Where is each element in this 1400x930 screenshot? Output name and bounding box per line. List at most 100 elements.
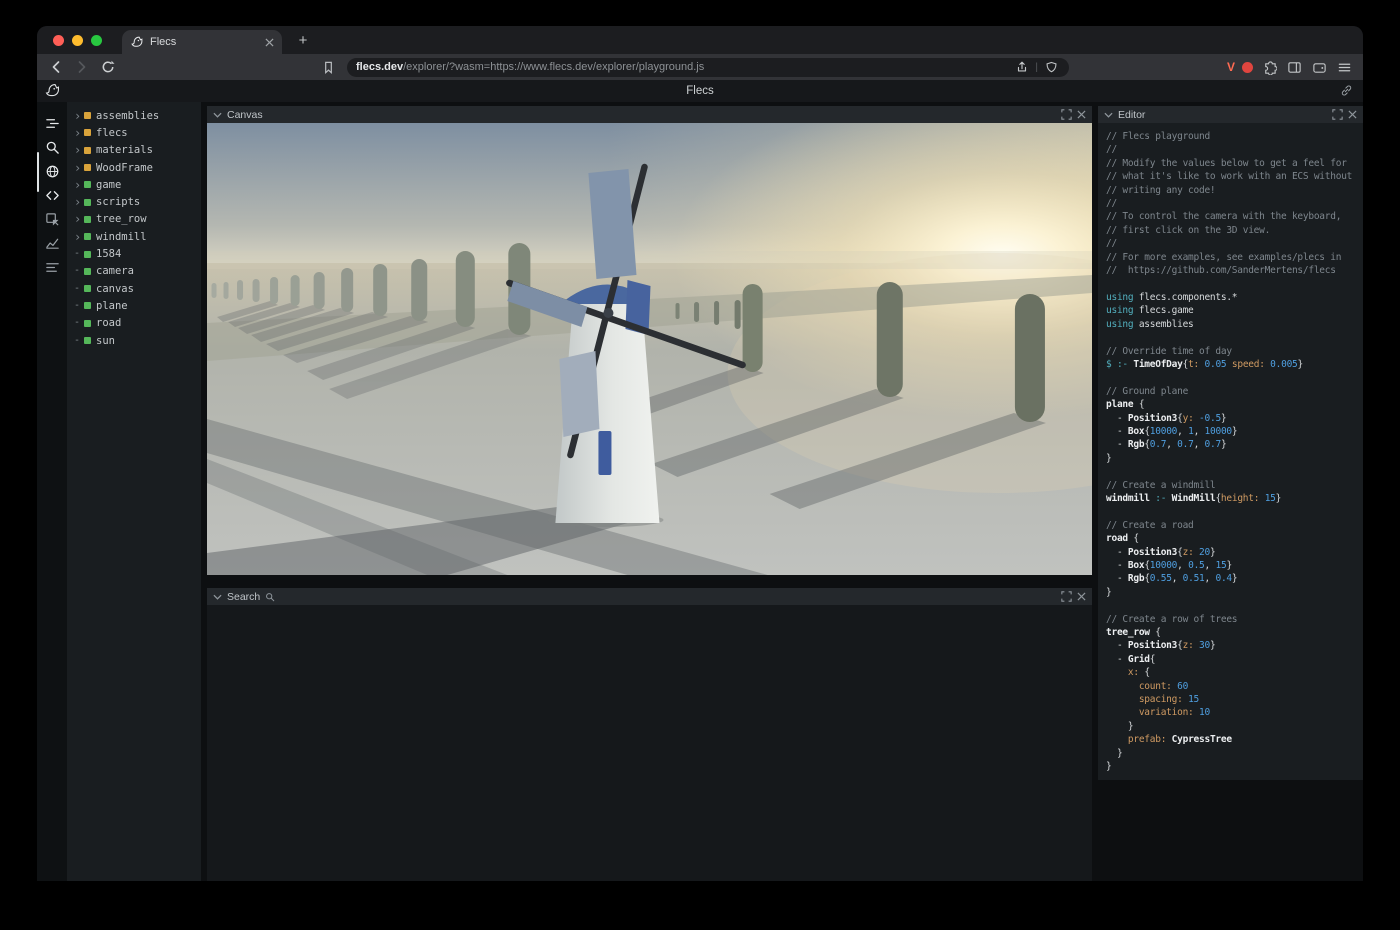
share-link-icon[interactable] (1340, 84, 1353, 97)
bookmarks-icon[interactable] (319, 58, 337, 76)
chevron-down-icon[interactable] (213, 111, 222, 119)
close-icon[interactable] (1077, 592, 1086, 601)
entity-tree: ›assemblies›flecs›materials›WoodFrame›ga… (67, 102, 201, 881)
expand-arrow-icon[interactable]: › (74, 111, 84, 121)
tree-item-windmill[interactable]: ›windmill (67, 228, 201, 245)
expand-arrow-icon[interactable]: › (74, 232, 84, 242)
world-icon[interactable] (40, 159, 64, 183)
tree-item-sun[interactable]: -sun (67, 332, 201, 349)
expand-arrow-icon[interactable]: › (74, 197, 84, 207)
search-magnifier-icon (265, 592, 275, 602)
tab-close-icon[interactable] (265, 38, 274, 47)
chevron-down-icon[interactable] (213, 593, 222, 601)
active-panel-indicator (37, 152, 39, 192)
stats-chart-icon[interactable] (40, 231, 64, 255)
tree-item-assemblies[interactable]: ›assemblies (67, 107, 201, 124)
code-line: } (1106, 586, 1363, 599)
tree-item-camera[interactable]: -camera (67, 263, 201, 280)
center-column: Canvas (201, 102, 1098, 881)
search-results-area[interactable] (207, 605, 1092, 881)
tree-item-label: road (96, 317, 121, 329)
code-line: // writing any code! (1106, 184, 1363, 197)
code-line: // Flecs playground (1106, 130, 1363, 143)
minimize-window-button[interactable] (72, 35, 83, 46)
code-line: // first click on the 3D view. (1106, 224, 1363, 237)
flecs-logo-icon[interactable] (44, 82, 61, 99)
code-line: // https://github.com/SanderMertens/flec… (1106, 264, 1363, 277)
entity-color-square (84, 302, 91, 309)
expand-arrow-icon[interactable]: › (74, 214, 84, 224)
expand-arrow-icon[interactable]: › (74, 145, 84, 155)
new-tab-button[interactable]: + (292, 29, 314, 51)
wallet-icon[interactable] (1310, 58, 1328, 76)
tree-item-1584[interactable]: -1584 (67, 245, 201, 262)
vpn-icon[interactable]: V (1227, 60, 1235, 74)
tree-item-canvas[interactable]: -canvas (67, 280, 201, 297)
reload-icon[interactable] (99, 58, 117, 76)
forward-icon[interactable] (73, 58, 91, 76)
share-icon[interactable] (1013, 58, 1031, 76)
chevron-down-icon[interactable] (1104, 111, 1113, 119)
inspector-icon[interactable] (40, 207, 64, 231)
code-line: // Ground plane (1106, 385, 1363, 398)
menu-icon[interactable] (1335, 58, 1353, 76)
back-icon[interactable] (47, 58, 65, 76)
tree-item-road[interactable]: - road (67, 315, 201, 332)
module-color-square (84, 129, 91, 136)
tree-item-scripts[interactable]: ›scripts (67, 193, 201, 210)
code-line: } (1106, 720, 1363, 733)
leaf-dash-icon: - (74, 318, 84, 328)
leaf-dash-icon: - (74, 336, 84, 346)
browser-toolbar: flecs.dev/explorer/?wasm=https://www.fle… (37, 54, 1363, 80)
code-editor-content[interactable]: // Flecs playground//// Modify the value… (1098, 123, 1363, 780)
browser-tab[interactable]: Flecs (122, 30, 282, 54)
tree-item-label: materials (96, 144, 153, 156)
code-line: // (1106, 197, 1363, 210)
code-line: x: { (1106, 666, 1363, 679)
expand-arrow-icon[interactable]: › (74, 180, 84, 190)
code-line: spacing: 15 (1106, 693, 1363, 706)
code-line: // For more examples, see examples/plecs… (1106, 251, 1363, 264)
tree-item-WoodFrame[interactable]: ›WoodFrame (67, 159, 201, 176)
extension-red-icon[interactable] (1242, 62, 1253, 73)
url-bar[interactable]: flecs.dev/explorer/?wasm=https://www.fle… (347, 58, 1069, 77)
memory-bars-icon[interactable] (40, 255, 64, 279)
query-search-icon[interactable] (40, 135, 64, 159)
editor-column: Editor // Flecs playground//// Modify th… (1098, 102, 1363, 881)
tree-item-label: tree_row (96, 213, 147, 225)
entities-tree-icon[interactable] (40, 111, 64, 135)
search-panel-title: Search (227, 591, 260, 603)
tree-item-game[interactable]: ›game (67, 176, 201, 193)
close-icon[interactable] (1348, 110, 1357, 119)
tree-item-flecs[interactable]: ›flecs (67, 124, 201, 141)
tree-item-materials[interactable]: › materials (67, 142, 201, 159)
tree-item-plane[interactable]: -plane (67, 297, 201, 314)
scripts-code-icon[interactable] (40, 183, 64, 207)
close-window-button[interactable] (53, 35, 64, 46)
zoom-window-button[interactable] (91, 35, 102, 46)
leaf-dash-icon: - (74, 249, 84, 259)
code-line: // Override time of day (1106, 345, 1363, 358)
sidebar-panel-icon[interactable] (1285, 58, 1303, 76)
code-line: using flecs.game (1106, 304, 1363, 317)
window-controls (53, 35, 102, 46)
fullscreen-icon[interactable] (1061, 591, 1072, 602)
entity-color-square (84, 320, 91, 327)
code-line: - Rgb{0.55, 0.51, 0.4} (1106, 572, 1363, 585)
entity-color-square (84, 216, 91, 223)
expand-arrow-icon[interactable]: › (74, 128, 84, 138)
brave-shield-icon[interactable] (1042, 58, 1060, 76)
code-line: windmill :- WindMill{height: 15} (1106, 492, 1363, 505)
fullscreen-icon[interactable] (1332, 109, 1343, 120)
code-line (1106, 599, 1363, 612)
close-icon[interactable] (1077, 110, 1086, 119)
flecs-explorer-page: Flecs (37, 80, 1363, 881)
fullscreen-icon[interactable] (1061, 109, 1072, 120)
expand-arrow-icon[interactable]: › (74, 163, 84, 173)
code-line (1106, 505, 1363, 518)
canvas-3d-view[interactable] (207, 123, 1092, 575)
tree-item-tree_row[interactable]: › tree_row (67, 211, 201, 228)
code-line: variation: 10 (1106, 706, 1363, 719)
entity-color-square (84, 285, 91, 292)
extensions-puzzle-icon[interactable] (1260, 58, 1278, 76)
